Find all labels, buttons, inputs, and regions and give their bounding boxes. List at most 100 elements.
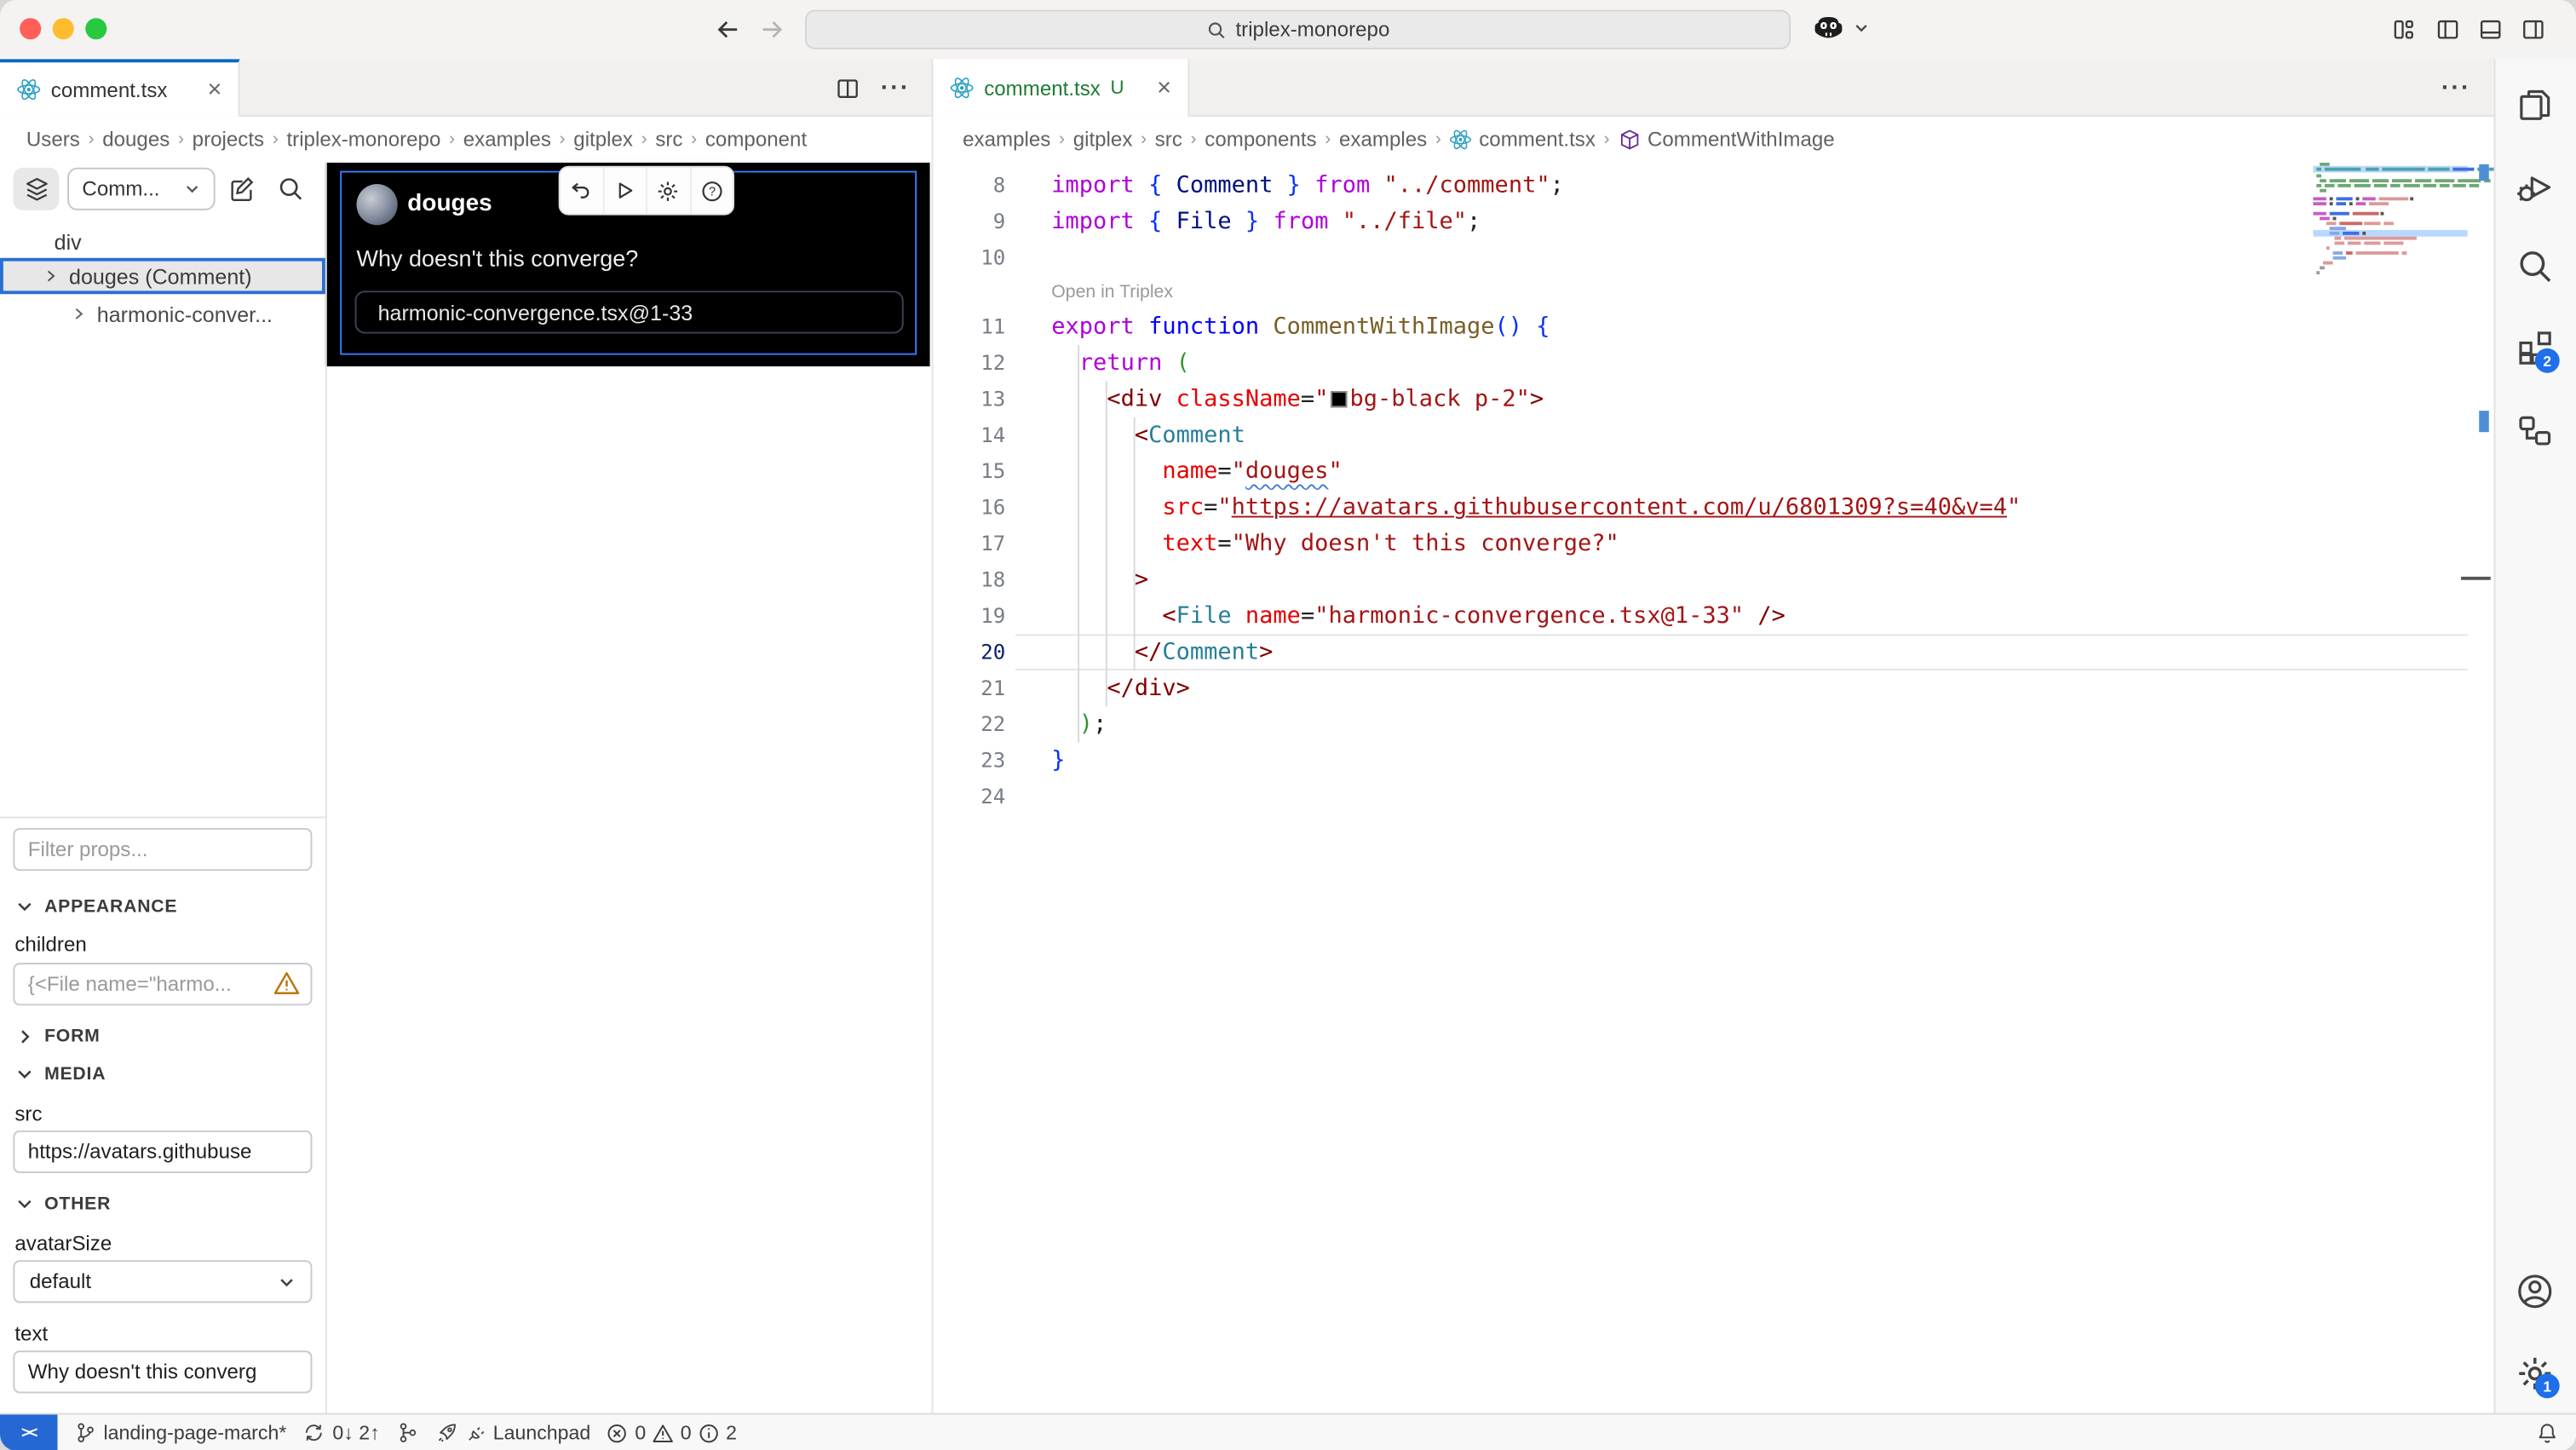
react-icon (1450, 128, 1473, 151)
close-tab-icon[interactable]: × (1157, 76, 1171, 101)
tree-panel-divider[interactable] (325, 162, 327, 1413)
line-number: 8 (992, 172, 1006, 198)
maximize-window-button[interactable] (85, 18, 107, 40)
breadcrumb-item[interactable]: examples (463, 128, 551, 151)
undo-button[interactable] (561, 167, 604, 214)
indent-guide (1105, 381, 1107, 707)
line-number: 19 (980, 602, 1006, 628)
chevron-right-icon (21, 1030, 30, 1044)
copilot-menu[interactable] (1810, 13, 1869, 43)
forward-arrow-icon[interactable] (757, 14, 787, 44)
preview-toolbar: ? (558, 165, 735, 216)
minimap[interactable] (2313, 162, 2494, 442)
launchpad-item[interactable]: Launchpad (435, 1421, 590, 1444)
color-swatch-black[interactable] (1330, 390, 1347, 408)
breadcrumb-item[interactable]: components (1205, 128, 1316, 151)
section-appearance[interactable]: APPEARANCE (16, 897, 177, 917)
line-number: 9 (992, 208, 1006, 233)
customize-layout-icon[interactable] (2390, 16, 2417, 43)
search-icon[interactable] (2516, 246, 2555, 285)
explorer-files-icon[interactable] (2516, 85, 2555, 124)
breadcrumb-item[interactable]: src (655, 128, 682, 151)
line-number: 13 (980, 386, 1006, 411)
close-window-button[interactable] (20, 18, 42, 40)
breadcrumb-item[interactable]: gitplex (1073, 128, 1133, 151)
src-input[interactable] (13, 1130, 313, 1173)
breadcrumb-item[interactable]: CommentWithImage (1647, 128, 1835, 151)
section-form[interactable]: FORM (16, 1027, 100, 1046)
tree-item-div[interactable]: div (0, 223, 325, 259)
layers-button[interactable] (13, 167, 60, 210)
breadcrumb[interactable]: Users › douges › projects › triplex-monorepo › e… (0, 116, 960, 163)
editor-content[interactable]: import { Comment } from "../comment"; imp… (1051, 168, 2021, 815)
code-line: </Comment> (1134, 639, 1274, 666)
toggle-secondary-sidebar-icon[interactable] (2520, 16, 2546, 43)
breadcrumb-item[interactable]: examples (1339, 128, 1427, 151)
more-actions-icon[interactable]: ··· (2441, 74, 2471, 102)
minimize-window-button[interactable] (52, 18, 74, 40)
line-number: 15 (980, 458, 1006, 483)
breadcrumb-separator: › (559, 129, 566, 150)
chevron-down-icon (18, 1070, 32, 1079)
avatar-size-select[interactable]: default (13, 1260, 313, 1303)
run-debug-icon[interactable] (2516, 168, 2555, 207)
git-branch-item[interactable]: landing-page-march* (74, 1421, 287, 1444)
breadcrumb-item[interactable]: examples (963, 128, 1050, 151)
breadcrumb-item[interactable]: douges (102, 128, 170, 151)
codelens-open-in-triplex[interactable]: Open in Triplex (1051, 276, 2021, 309)
text-input[interactable] (13, 1350, 313, 1394)
breadcrumb-item[interactable]: comment.tsx (1479, 128, 1596, 151)
layers-icon (22, 175, 50, 203)
code-line: return ( (1078, 349, 1190, 377)
breadcrumb-item[interactable]: component (705, 128, 807, 151)
scene-preview-canvas[interactable]: douges Why doesn't this converge? harmon… (325, 162, 930, 367)
breadcrumb-item[interactable]: gitplex (573, 128, 633, 151)
commit-graph-item[interactable] (396, 1421, 419, 1444)
diagnostics-item[interactable]: 0 0 2 (607, 1421, 737, 1444)
account-icon[interactable] (2516, 1272, 2555, 1311)
new-component-icon[interactable] (227, 174, 256, 204)
children-input[interactable] (13, 963, 313, 1006)
breadcrumb-item[interactable]: projects (193, 128, 264, 151)
breadcrumb[interactable]: examples › gitplex › src › components › examples… (933, 116, 2376, 163)
play-button[interactable] (604, 167, 647, 214)
tree-item-harmonic-convergence[interactable]: harmonic-conver... (0, 296, 325, 331)
comment-text: Why doesn't this converge? (356, 245, 639, 272)
tree-item-douges-comment[interactable]: douges (Comment) (0, 257, 325, 295)
section-media[interactable]: MEDIA (16, 1065, 106, 1085)
chevron-right-icon[interactable] (43, 268, 59, 284)
toggle-primary-sidebar-icon[interactable] (2435, 16, 2461, 43)
tab-comment-tsx-left[interactable]: comment.tsx × (0, 59, 240, 117)
search-icon[interactable] (276, 174, 306, 204)
tab-comment-tsx-right[interactable]: comment.tsx U × (933, 59, 1190, 117)
help-button[interactable]: ? (691, 168, 733, 214)
command-center-search[interactable]: triplex-monorepo (804, 9, 1791, 49)
extensions-icon[interactable]: 2 (2516, 329, 2560, 373)
section-other[interactable]: OTHER (16, 1194, 111, 1214)
notifications-bell-icon[interactable] (2535, 1421, 2560, 1446)
component-select[interactable]: Comm... (67, 167, 216, 210)
breadcrumb-item[interactable]: triplex-monorepo (286, 128, 440, 151)
code-editor[interactable]: 8 9 10 11 12 13 14 15 16 17 18 19 20 21 22 23 24 import … (933, 162, 2494, 1413)
breadcrumb-item[interactable]: Users (26, 128, 80, 151)
toggle-panel-icon[interactable] (2477, 16, 2504, 43)
indent-guide (1078, 344, 1080, 743)
split-editor-icon[interactable] (835, 75, 861, 101)
close-tab-icon[interactable]: × (207, 78, 221, 102)
back-arrow-icon[interactable] (713, 14, 743, 44)
chevron-right-icon[interactable] (71, 306, 87, 322)
more-actions-icon[interactable]: ··· (881, 74, 911, 102)
selected-comment-component[interactable]: douges Why doesn't this converge? harmon… (340, 165, 917, 355)
breadcrumb-item[interactable]: src (1155, 128, 1182, 151)
references-icon[interactable] (2516, 411, 2555, 450)
remote-indicator[interactable]: >< (0, 1414, 58, 1450)
file-chip[interactable]: harmonic-convergence.tsx@1-33 (354, 291, 904, 334)
filter-props-input[interactable] (13, 827, 313, 872)
settings-gear-icon[interactable]: 1 (2516, 1354, 2560, 1399)
code-line: } (1051, 747, 1066, 774)
sync-item[interactable]: 0↓ 2↑ (303, 1421, 380, 1444)
editor-tab-bar: comment.tsx × ··· comment.tsx U × ··· (0, 59, 2576, 117)
tab-label: comment.tsx (984, 76, 1101, 100)
settings-gear-button[interactable] (647, 167, 691, 214)
breadcrumb-separator: › (691, 129, 698, 150)
